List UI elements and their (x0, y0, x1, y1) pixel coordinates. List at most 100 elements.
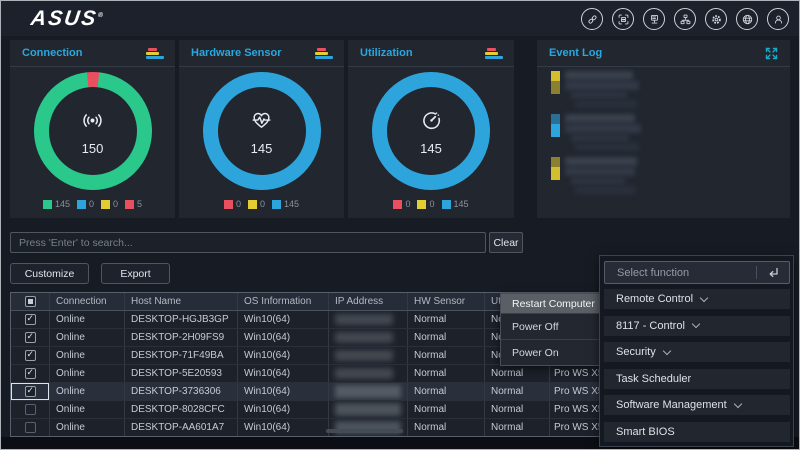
connection-legend: 145005 (10, 199, 175, 209)
legend-value: 145 (284, 199, 299, 209)
asus-control-center-window: ASUS® Connection 150 145005 Hardware Sen… (0, 0, 800, 450)
host-cell: DESKTOP-AA601A7 (125, 419, 238, 436)
function-item[interactable]: Security (604, 342, 790, 362)
redacted-ip (335, 314, 393, 325)
col-header-os[interactable]: OS Information (238, 293, 329, 310)
top-bar: ASUS® (1, 1, 799, 36)
user-icon[interactable] (767, 8, 789, 30)
gauge-icon (418, 107, 445, 134)
hw-sensor-cell: Normal (408, 365, 485, 382)
severity-bar (551, 71, 560, 109)
hw-sensor-cell: Normal (408, 311, 485, 328)
row-select-cell (11, 347, 50, 364)
event-log-entry[interactable] (551, 114, 776, 152)
bar-chart-toggle-icon[interactable] (146, 48, 164, 60)
export-button[interactable]: Export (101, 263, 170, 284)
col-header-connection[interactable]: Connection (50, 293, 125, 310)
connection-cell: Online (50, 365, 125, 382)
divider (756, 266, 757, 279)
legend-swatch (43, 200, 52, 209)
select-all-checkbox[interactable] (25, 296, 36, 307)
panel-title: Event Log (549, 47, 602, 59)
function-search-input[interactable] (605, 262, 757, 283)
table-row[interactable]: OnlineDESKTOP-3736306Win10(64)NormalNorm… (11, 383, 651, 401)
function-item[interactable]: Software Management (604, 395, 790, 415)
chevron-down-icon (663, 346, 671, 354)
broadcast-icon (79, 107, 106, 134)
row-select-cell (11, 401, 50, 418)
return-arrow-icon[interactable] (767, 266, 780, 279)
chevron-down-icon (700, 293, 708, 301)
row-checkbox[interactable] (25, 332, 36, 343)
col-header-hw[interactable]: HW Sensor (408, 293, 485, 310)
redacted-ip (335, 385, 401, 398)
function-item[interactable]: Remote Control (604, 289, 790, 309)
function-item[interactable]: Smart BIOS (604, 422, 790, 442)
horizontal-scrollbar-thumb[interactable] (326, 429, 403, 433)
row-select-cell (11, 383, 50, 400)
event-log-list (551, 71, 776, 200)
table-row[interactable]: OnlineDESKTOP-AA601A7Win10(64)NormalNorm… (11, 419, 651, 437)
col-header-host[interactable]: Host Name (125, 293, 238, 310)
col-header-ip[interactable]: IP Address (329, 293, 408, 310)
host-cell: DESKTOP-8028CFC (125, 401, 238, 418)
os-cell: Win10(64) (238, 401, 329, 418)
row-select-cell (11, 419, 50, 436)
os-cell: Win10(64) (238, 419, 329, 436)
server-icon[interactable] (643, 8, 665, 30)
expand-icon[interactable] (765, 47, 778, 60)
context-menu-item[interactable]: Power Off (501, 313, 604, 339)
legend-swatch (125, 200, 134, 209)
legend-item: 0 (77, 199, 94, 209)
table-row[interactable]: OnlineDESKTOP-5E20593Win10(64)NormalNorm… (11, 365, 651, 383)
select-all-cell (11, 293, 50, 310)
legend-swatch (417, 200, 426, 209)
redacted-ip (335, 332, 393, 343)
row-checkbox[interactable] (25, 314, 36, 325)
event-log-entry[interactable] (551, 157, 776, 195)
connection-panel: Connection 150 145005 (10, 40, 175, 218)
asus-logo: ASUS® (29, 7, 104, 31)
globe-icon[interactable] (736, 8, 758, 30)
legend-swatch (442, 200, 451, 209)
clear-button[interactable]: Clear (489, 232, 523, 253)
legend-swatch (77, 200, 86, 209)
connection-cell: Online (50, 347, 125, 364)
os-cell: Win10(64) (238, 329, 329, 346)
select-function-panel: Remote Control 8117 - Control Security Task… (599, 255, 794, 447)
customize-button[interactable]: Customize (10, 263, 89, 284)
panel-title: Hardware Sensor (191, 47, 281, 59)
function-item-label: Security (616, 346, 656, 358)
table-row[interactable]: OnlineDESKTOP-8028CFCWin10(64)NormalNorm… (11, 401, 651, 419)
hw-sensor-cell: Normal (408, 329, 485, 346)
context-menu-item[interactable]: Power On (501, 339, 604, 365)
scan-icon[interactable] (612, 8, 634, 30)
function-item[interactable]: 8117 - Control (604, 316, 790, 336)
panel-header: Connection (10, 40, 175, 67)
row-checkbox[interactable] (25, 404, 36, 415)
bar-chart-toggle-icon[interactable] (485, 48, 503, 60)
legend-swatch (272, 200, 281, 209)
row-checkbox[interactable] (25, 350, 36, 361)
search-input[interactable] (10, 232, 486, 253)
os-cell: Win10(64) (238, 383, 329, 400)
row-checkbox[interactable] (25, 422, 36, 433)
hardware-sensor-panel: Hardware Sensor 145 00145 (179, 40, 344, 218)
network-icon[interactable] (674, 8, 696, 30)
registered-mark: ® (97, 12, 103, 19)
gear-icon[interactable] (705, 8, 727, 30)
redacted-log-text (565, 157, 637, 195)
hw-sensor-cell: Normal (408, 383, 485, 400)
row-checkbox[interactable] (25, 368, 36, 379)
link-icon[interactable] (581, 8, 603, 30)
event-log-entry[interactable] (551, 71, 776, 109)
bar-chart-toggle-icon[interactable] (315, 48, 333, 60)
function-item[interactable]: Task Scheduler (604, 369, 790, 389)
hardware-sensor-legend: 00145 (179, 199, 344, 209)
legend-item: 0 (101, 199, 118, 209)
redacted-ip (335, 350, 393, 361)
utilization-panel: Utilization 145 00145 (348, 40, 514, 218)
row-checkbox[interactable] (25, 386, 36, 397)
legend-swatch (224, 200, 233, 209)
context-menu-item[interactable]: Restart Computer (501, 294, 604, 313)
